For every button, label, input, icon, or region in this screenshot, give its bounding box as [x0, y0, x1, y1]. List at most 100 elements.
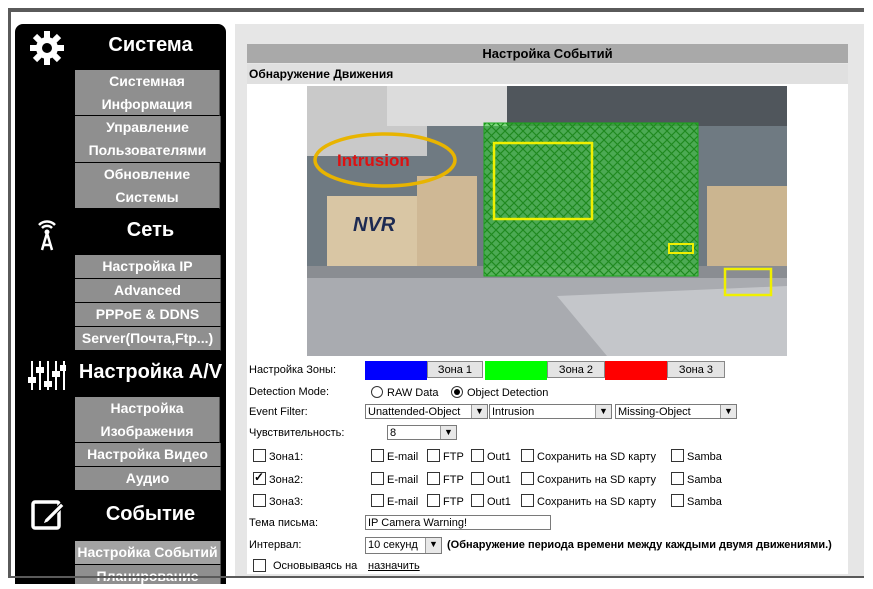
zone-settings-label: Настройка Зоны:	[249, 364, 337, 376]
menu-item-system-update[interactable]: Обновление Системы	[75, 163, 220, 209]
email-checkbox[interactable]: E-mail	[371, 472, 418, 486]
out1-checkbox[interactable]: Out1	[471, 494, 511, 508]
zone-2-checkbox[interactable]: Зона2:	[253, 470, 304, 486]
out1-label: Out1	[487, 496, 511, 508]
section-av: Настройка A/V	[15, 351, 226, 397]
sensitivity-row: Чувствительность: 8 ▼	[249, 425, 849, 441]
email-subject-label: Тема письма:	[249, 517, 319, 529]
zone-settings-row: Настройка Зоны: Зона 1 Зона 2 Зона 3	[249, 361, 849, 381]
zone-1-checkbox[interactable]: Зона1:	[253, 449, 303, 463]
zone-3-color[interactable]	[605, 361, 667, 380]
page-title: Настройка Событий	[247, 44, 848, 63]
email-label: E-mail	[387, 496, 419, 508]
email-subject-row: Тема письма: IP Camera Warning!	[249, 515, 849, 531]
email-checkbox[interactable]: E-mail	[371, 494, 418, 508]
radio-raw-data[interactable]: RAW Data	[371, 386, 439, 399]
email-checkbox[interactable]: E-mail	[371, 449, 418, 463]
schedule-row: Основываясь на назначить	[249, 559, 849, 575]
radio-object-detection[interactable]: Object Detection	[451, 386, 548, 399]
event-filter-select-1[interactable]: Unattended-Object ▼	[365, 404, 488, 419]
samba-checkbox[interactable]: Samba	[671, 494, 722, 508]
event-filter-label: Event Filter:	[249, 406, 308, 418]
ftp-checkbox[interactable]: FTP	[427, 494, 464, 508]
chevron-down-icon: ▼	[720, 405, 736, 418]
schedule-checkbox[interactable]	[253, 559, 269, 573]
interval-select[interactable]: 10 секунд ▼	[365, 537, 442, 554]
ftp-label: FTP	[443, 496, 464, 508]
section-subtitle: Обнаружение Движения	[247, 64, 848, 84]
event-filter-select-2[interactable]: Intrusion ▼	[489, 404, 612, 419]
zone-3-label: Зона3:	[269, 496, 304, 508]
menu-item-schedule[interactable]: Планирование	[75, 565, 221, 584]
zone-row-3: Зона3: E-mail FTP Out1 Сохранить на SD к…	[249, 494, 849, 510]
ftp-label: FTP	[443, 474, 464, 486]
email-subject-input[interactable]: IP Camera Warning!	[365, 515, 551, 530]
detection-mode-row: Detection Mode: RAW Data Object Detectio…	[249, 384, 849, 400]
out1-checkbox[interactable]: Out1	[471, 449, 511, 463]
detection-mode-label: Detection Mode:	[249, 386, 330, 398]
menu-item-audio[interactable]: Аудио	[75, 467, 221, 491]
zone-row-2: Зона2: E-mail FTP Out1 Сохранить на SD к…	[249, 470, 849, 488]
schedule-prefix: Основываясь на	[273, 560, 358, 572]
chevron-down-icon: ▼	[425, 538, 441, 553]
gear-icon	[30, 31, 64, 65]
menu-item-ip-settings[interactable]: Настройка IP	[75, 255, 221, 279]
section-title-network: Сеть	[126, 219, 175, 241]
camera-frame: NVR Intrusion	[307, 86, 787, 356]
section-title-av: Настройка A/V	[78, 361, 223, 383]
sd-card-label: Сохранить на SD карту	[537, 474, 657, 486]
menu-item-server[interactable]: Server(Почта,Ftp...)	[75, 327, 221, 351]
menu-item-image-settings[interactable]: Настройка Изображения	[75, 397, 220, 443]
email-label: E-mail	[387, 474, 419, 486]
event-filter-select-3[interactable]: Missing-Object ▼	[615, 404, 737, 419]
chevron-down-icon: ▼	[595, 405, 611, 418]
sensitivity-select[interactable]: 8 ▼	[387, 425, 457, 440]
zone-row-1: Зона1: E-mail FTP Out1 Сохранить на SD к…	[249, 449, 849, 465]
sd-card-checkbox[interactable]: Сохранить на SD карту	[521, 472, 656, 486]
section-title-event: Событие	[105, 503, 196, 525]
ftp-checkbox[interactable]: FTP	[427, 472, 464, 486]
zone-2-label: Зона2:	[269, 474, 304, 486]
section-event: Событие	[15, 491, 226, 541]
main-panel: Настройка Событий Обнаружение Движения N…	[235, 24, 864, 576]
zone-1-color[interactable]	[365, 361, 427, 380]
out1-label: Out1	[487, 451, 511, 463]
top-border	[8, 8, 864, 12]
samba-checkbox[interactable]: Samba	[671, 472, 722, 486]
sd-card-checkbox[interactable]: Сохранить на SD карту	[521, 449, 656, 463]
menu-item-event-settings[interactable]: Настройка Событий	[75, 541, 221, 565]
edit-icon	[31, 500, 65, 530]
camera-preview[interactable]: NVR Intrusion	[307, 86, 787, 356]
ftp-label: FTP	[443, 451, 464, 463]
equalizer-icon	[28, 361, 66, 390]
content-area: NVR Intrusion Настройка Зоны: Зона 1 Зон…	[247, 84, 848, 574]
sd-card-checkbox[interactable]: Сохранить на SD карту	[521, 494, 656, 508]
section-network: Сеть	[15, 209, 226, 255]
ftp-checkbox[interactable]: FTP	[427, 449, 464, 463]
menu-item-pppoe-ddns[interactable]: PPPoE & DDNS	[75, 303, 221, 327]
zone-2-color[interactable]	[485, 361, 547, 380]
zone-3-checkbox[interactable]: Зона3:	[253, 494, 303, 508]
menu-item-system-info[interactable]: Системная Информация	[75, 70, 220, 116]
menu-item-video-settings[interactable]: Настройка Видео	[75, 443, 221, 467]
interval-note: (Обнаружение периода времени между кажды…	[447, 539, 832, 551]
sd-card-label: Сохранить на SD карту	[537, 496, 657, 508]
chevron-down-icon: ▼	[440, 426, 456, 439]
motion-detection-label: Обнаружение Движения	[249, 67, 394, 81]
section-system: Система	[15, 24, 226, 70]
intrusion-overlay-text: Intrusion	[337, 151, 410, 170]
antenna-icon	[38, 220, 56, 251]
zone-2-button[interactable]: Зона 2	[547, 361, 605, 378]
left-border	[8, 8, 11, 578]
menu-item-advanced[interactable]: Advanced	[75, 279, 221, 303]
samba-label: Samba	[687, 474, 722, 486]
menu-item-user-management[interactable]: Управление Пользователями	[75, 116, 221, 163]
schedule-link[interactable]: назначить	[368, 560, 420, 572]
zone-1-button[interactable]: Зона 1	[427, 361, 483, 378]
zone-3-button[interactable]: Зона 3	[667, 361, 725, 378]
nvr-sign: NVR	[353, 214, 396, 236]
raw-data-label: RAW Data	[387, 387, 439, 399]
samba-checkbox[interactable]: Samba	[671, 449, 722, 463]
sensitivity-value: 8	[390, 427, 397, 439]
out1-checkbox[interactable]: Out1	[471, 472, 511, 486]
